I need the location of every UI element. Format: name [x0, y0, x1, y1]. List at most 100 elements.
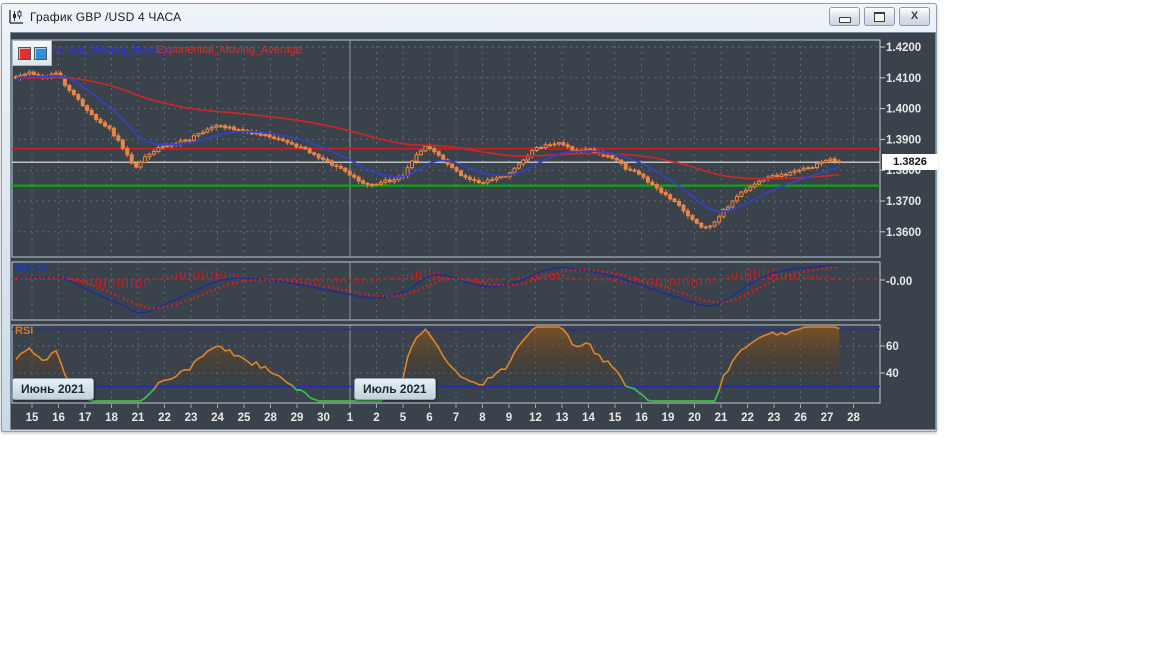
price-tick-label: 1.4200 — [886, 42, 921, 54]
x-axis-label: 28 — [847, 412, 860, 424]
blue-indicator-button[interactable] — [33, 46, 47, 60]
candle-body — [806, 167, 811, 170]
candle-body — [361, 180, 366, 184]
x-axis-label: 15 — [26, 412, 39, 424]
candle-body — [54, 72, 59, 75]
candle-body — [365, 182, 370, 185]
candle-body — [22, 73, 27, 76]
candle-body — [111, 127, 116, 137]
candle-body — [534, 147, 539, 152]
candle-body — [779, 173, 784, 178]
candle-body — [160, 145, 165, 149]
candle-body — [383, 179, 388, 183]
x-axis-label: 8 — [479, 412, 486, 424]
price-chart[interactable]: 1.42001.41001.40001.39001.38001.37001.36… — [11, 33, 933, 427]
candle-body — [352, 174, 357, 178]
candle-body — [712, 221, 717, 227]
x-axis-label: 23 — [185, 412, 198, 424]
restore-button[interactable] — [864, 7, 895, 26]
candle-body — [645, 176, 650, 183]
candle-body — [623, 162, 628, 170]
candle-body — [205, 128, 210, 133]
candle-body — [227, 126, 232, 129]
candle-body — [494, 177, 499, 181]
candle-body — [783, 173, 788, 176]
candle-body — [503, 175, 508, 178]
candle-body — [165, 145, 170, 148]
candle-body — [289, 142, 294, 145]
candle-body — [708, 225, 713, 228]
candle-body — [610, 155, 615, 159]
window-titlebar[interactable]: График GBP /USD 4 ЧАСА X — [2, 4, 936, 29]
candle-body — [450, 163, 455, 169]
candle-body — [27, 71, 32, 75]
candle-body — [815, 163, 819, 169]
candle-body — [650, 181, 655, 186]
candle-body — [347, 170, 352, 176]
candle-body — [548, 144, 552, 147]
candle-body — [663, 191, 668, 196]
candle-body — [605, 155, 610, 158]
candle-body — [516, 163, 521, 169]
x-axis-label: 19 — [662, 412, 675, 424]
candle-body — [774, 174, 779, 178]
candle-body — [62, 77, 67, 86]
candle-body — [316, 153, 321, 159]
rsi-tick-label: 60 — [886, 341, 899, 353]
price-tick-label: 1.4100 — [886, 73, 921, 85]
candle-body — [134, 162, 139, 168]
chart-client-area: 1.4200 1.4100 1.4000 1.3900 1.3800 1.3700 1.36… — [10, 32, 938, 430]
minimize-button[interactable] — [829, 7, 860, 26]
rsi-panel-label: RSI — [15, 325, 34, 337]
candle-body — [659, 187, 664, 193]
candle-body — [423, 145, 428, 152]
candle-body — [499, 175, 504, 179]
candle-body — [454, 167, 459, 172]
candle-body — [654, 184, 659, 189]
candle-body — [481, 182, 486, 185]
candle-body — [681, 204, 686, 212]
candle-body — [614, 157, 619, 161]
x-axis-label: 12 — [529, 412, 542, 424]
candle-body — [797, 169, 802, 172]
candle-body — [628, 168, 633, 171]
legend-ema-red-label: Exponential_Moving_Average — [156, 44, 302, 56]
candle-body — [196, 133, 201, 137]
candle-body — [690, 215, 695, 220]
red-indicator-button[interactable] — [17, 46, 31, 60]
close-button[interactable]: X — [899, 7, 930, 26]
current-price-tag: 1.3826 — [882, 154, 938, 170]
candle-body — [837, 160, 842, 163]
candle-body — [232, 126, 237, 131]
candle-body — [31, 71, 36, 75]
x-axis-label: 17 — [79, 412, 92, 424]
candle-body — [298, 146, 303, 149]
candle-body — [343, 167, 348, 172]
candle-body — [374, 183, 379, 186]
x-axis-label: 24 — [211, 412, 224, 424]
indicator-buttons-box — [12, 40, 52, 66]
price-tick-label: 1.4000 — [886, 104, 921, 116]
candle-body — [120, 139, 125, 150]
x-axis-label: 28 — [264, 412, 277, 424]
candle-body — [76, 94, 81, 100]
candle-body — [107, 125, 112, 129]
x-axis-label: 1 — [347, 412, 354, 424]
candle-body — [392, 179, 397, 183]
candle-body — [619, 159, 624, 164]
price-tick-label: 1.3600 — [886, 227, 921, 239]
month-label-june: Июнь 2021 — [12, 378, 94, 400]
candle-body — [467, 176, 472, 180]
window-controls: X — [829, 7, 930, 26]
restore-icon — [874, 11, 885, 22]
rsi-panel — [12, 325, 880, 403]
month-label-july: Июль 2021 — [354, 378, 436, 400]
candle-body — [677, 200, 682, 206]
candle-body — [236, 129, 241, 132]
candle-body — [89, 109, 94, 116]
x-axis-label: 16 — [52, 412, 65, 424]
candle-body — [98, 118, 103, 124]
candle-body — [200, 131, 205, 135]
candle-body — [103, 122, 107, 127]
candle-body — [757, 180, 762, 185]
